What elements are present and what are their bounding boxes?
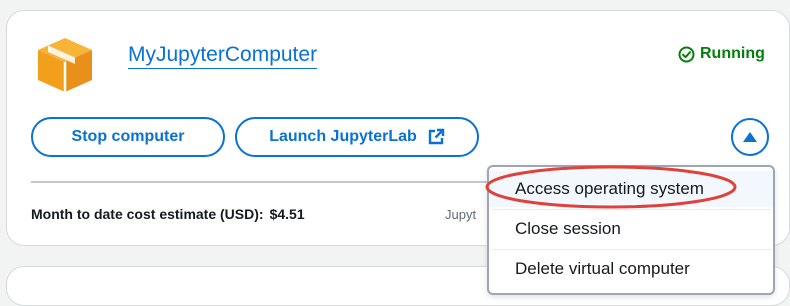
- menu-divider: [491, 249, 771, 250]
- box-cube-icon: [38, 38, 92, 92]
- stop-computer-label: Stop computer: [71, 128, 185, 145]
- launch-jupyterlab-label: Launch JupyterLab: [269, 128, 417, 145]
- cost-estimate: Month to date cost estimate (USD): $4.51: [31, 206, 305, 222]
- menu-item-close-session[interactable]: Close session: [489, 211, 773, 247]
- status-label: Running: [700, 45, 765, 62]
- status-indicator: Running: [678, 45, 765, 63]
- cost-estimate-value: $4.51: [269, 206, 305, 222]
- check-circle-icon: [678, 46, 695, 62]
- actions-toggle-button[interactable]: [731, 118, 769, 156]
- menu-item-label: Access operating system: [515, 179, 704, 198]
- computer-name-link[interactable]: MyJupyterComputer: [128, 43, 317, 67]
- external-link-icon: [428, 128, 444, 145]
- caret-up-icon: [743, 132, 757, 142]
- stop-computer-button[interactable]: Stop computer: [31, 117, 225, 157]
- menu-item-label: Close session: [515, 219, 621, 238]
- menu-item-access-operating-system[interactable]: Access operating system: [489, 171, 773, 207]
- obscured-label: Jupyt: [445, 207, 477, 222]
- menu-item-label: Delete virtual computer: [515, 259, 690, 278]
- menu-divider: [491, 209, 771, 210]
- launch-jupyterlab-button[interactable]: Launch JupyterLab: [235, 117, 479, 157]
- menu-item-delete-virtual-computer[interactable]: Delete virtual computer: [489, 251, 773, 287]
- cost-estimate-label: Month to date cost estimate (USD):: [31, 206, 264, 222]
- actions-dropdown-menu: Access operating system Close session De…: [487, 165, 775, 295]
